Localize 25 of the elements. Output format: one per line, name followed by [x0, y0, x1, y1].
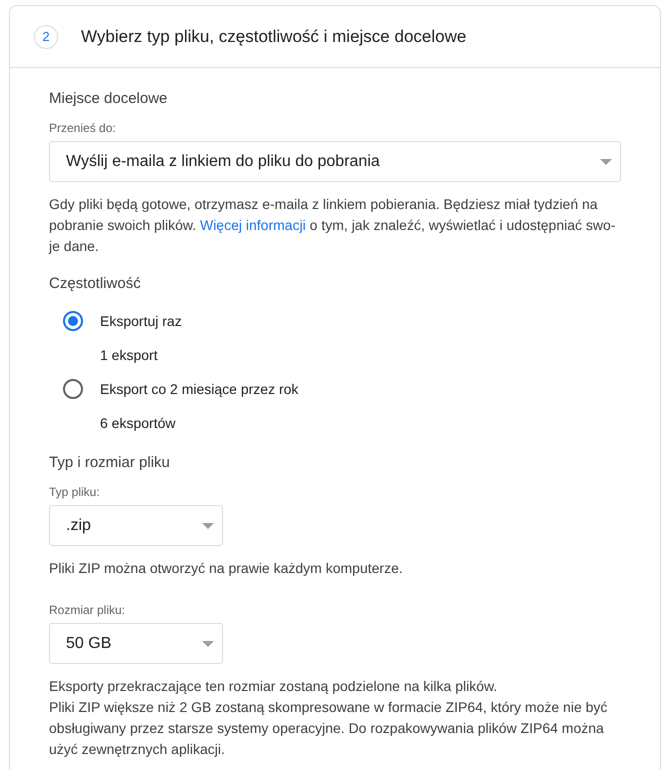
file-type-dropdown[interactable]: .zip — [49, 505, 223, 546]
section-heading: Miejsce docelowe — [49, 90, 168, 107]
help-text: Eksporty przekraczające ten rozmiar zostaną podzielone na kilka plików. — [49, 677, 498, 696]
field-label: Rozmiar pliku: — [49, 603, 126, 617]
option-label: Eksport co 2 miesiące przez rok — [100, 381, 298, 397]
more-info-link[interactable]: Więcej informacji — [200, 217, 306, 233]
help-text: Pliki ZIP można otworzyć na prawie każdym komputerze. — [49, 559, 404, 578]
help-text: Gdy pliki będą gotowe, otrzymasz e-maila z linkiem pobierania. Będziesz miał tydzień na pobranie swoich plików. Więcej informacji o tym, jak znaleźć, wyświetlać i udostępniać swo-je dane. — [49, 195, 616, 256]
caret-icon — [202, 640, 214, 646]
field-label: Przenieś do: — [49, 121, 117, 135]
step-number: 2 — [34, 24, 58, 48]
option-detail: 1 eksport — [100, 346, 159, 365]
field-label: Typ pliku: — [49, 485, 101, 499]
help-text: Pliki ZIP większe niż 2 GB zostaną skompresowane w formacie ZIP64, który może nie być obsługiwany przez starsze systemy operacyjne. Do rozpakowywania plików ZIP64 można użyć zewnętrznych aplikacji. — [49, 698, 608, 759]
option-label: Eksportuj raz — [100, 313, 182, 329]
section-heading: Typ i rozmiar pliku — [49, 454, 171, 471]
option-detail: 6 eksportów — [100, 414, 176, 433]
destination-dropdown[interactable]: Wyślij e-maila z linkiem do pliku do pobrania — [49, 141, 621, 182]
radio-button[interactable] — [63, 379, 83, 399]
radio-button[interactable] — [63, 311, 83, 331]
caret-icon — [202, 522, 214, 528]
section-heading: Częstotliwość — [49, 275, 142, 292]
caret-icon — [600, 158, 612, 164]
section-title: Wybierz typ pliku, częstotliwość i miejsce docelowe — [81, 26, 466, 46]
file-size-dropdown[interactable]: 50 GB — [49, 623, 223, 664]
